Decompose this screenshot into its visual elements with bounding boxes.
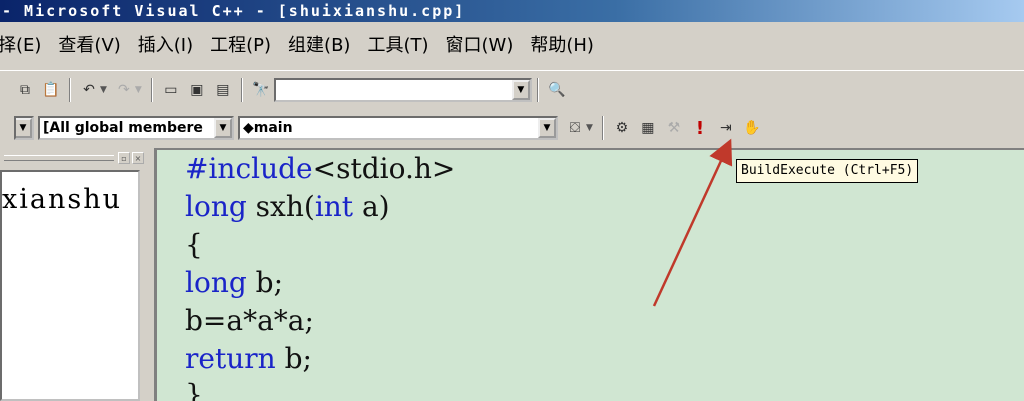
code-editor[interactable]: #include<stdio.h> long sxh(int a) { long b;… (154, 148, 1024, 401)
scope-combo-value: [All global membere (43, 120, 203, 136)
menu-insert[interactable]: 插入(I) (138, 31, 193, 57)
workspace-header: ▫ × (0, 148, 146, 168)
window-title: - Microsoft Visual C++ - [shuixianshu.cp… (2, 2, 466, 20)
redo-icon[interactable]: ↷ (113, 79, 135, 101)
toolbar-separator (601, 116, 604, 140)
build-execute-tooltip: BuildExecute (Ctrl+F5) (736, 159, 919, 183)
code-keyword: #include (185, 152, 313, 185)
menu-view[interactable]: 查看(V) (58, 31, 120, 57)
function-combo-value: ◆main (243, 120, 293, 136)
close-icon[interactable]: × (132, 152, 144, 164)
code-text: a) (353, 190, 390, 223)
menu-tools[interactable]: 工具(T) (367, 31, 428, 57)
code-line: } (185, 378, 203, 401)
copy-icon[interactable]: ⧉ (14, 79, 36, 101)
toolbar-separator (150, 77, 153, 102)
menu-bar: 择(E) 查看(V) 插入(I) 工程(P) 组建(B) 工具(T) 窗口(W)… (0, 24, 1024, 64)
find-in-files-icon[interactable]: 🔭 (250, 79, 272, 101)
menu-project[interactable]: 工程(P) (210, 31, 271, 57)
chevron-down-icon[interactable]: ▼ (214, 118, 232, 138)
code-line: long b; (185, 266, 283, 299)
code-line: b=a*a*a; (185, 304, 314, 337)
wizard-action-dropdown-icon[interactable]: ▼ (586, 123, 593, 133)
menu-edit[interactable]: 择(E) (0, 31, 41, 57)
toolbar-separator (69, 77, 71, 102)
scope-combo[interactable]: [All global membere ▼ (38, 116, 234, 140)
code-text: <stdio.h> (312, 152, 456, 185)
toolbar-separator (536, 77, 539, 102)
find-combo[interactable]: ▼ (273, 77, 532, 102)
code-keyword: return (185, 342, 276, 375)
undo-dropdown-icon[interactable]: ▼ (100, 85, 107, 95)
workspace-window-icon[interactable]: ▭ (160, 79, 182, 101)
toolbar-separator (240, 77, 243, 102)
code-line: #include<stdio.h> (185, 152, 455, 185)
chevron-down-icon[interactable]: ▼ (538, 118, 556, 138)
menu-window[interactable]: 窗口(W) (446, 31, 514, 57)
red-arrow-annotation (652, 138, 733, 307)
class-combo[interactable]: ▼ (14, 116, 34, 140)
menu-help[interactable]: 帮助(H) (530, 31, 594, 57)
undo-icon[interactable]: ↶ (78, 79, 100, 101)
code-text: { (185, 228, 203, 261)
code-text: } (185, 378, 203, 401)
arrow-line (652, 138, 733, 307)
code-text: b=a*a*a; (185, 304, 314, 337)
code-keyword: int (314, 190, 354, 223)
code-text: sxh( (246, 190, 315, 223)
code-line: { (185, 228, 203, 261)
code-text: b; (275, 342, 312, 375)
compile-icon[interactable]: ⚙ (611, 117, 633, 139)
chevron-down-icon[interactable]: ▼ (511, 79, 530, 100)
drag-grip[interactable] (4, 155, 114, 161)
code-line: return b; (185, 342, 312, 375)
maximize-icon[interactable]: ▫ (118, 152, 130, 164)
wizardbar-toolbar: ▼ [All global membere ▼ ◆main ▼ ⛋ ▼ ⚙ ▦ … (0, 112, 1024, 144)
title-bar: - Microsoft Visual C++ - [shuixianshu.cp… (0, 0, 1024, 22)
file-tree[interactable]: xianshu (0, 170, 140, 401)
code-keyword: long (185, 190, 247, 223)
code-line: long sxh(int a) (185, 190, 390, 223)
window-list-icon[interactable]: ▤ (212, 79, 234, 101)
wizard-action-icon[interactable]: ⛋ (564, 117, 586, 139)
code-text: b; (246, 266, 284, 299)
function-combo[interactable]: ◆main ▼ (238, 116, 558, 140)
output-window-icon[interactable]: ▣ (186, 79, 208, 101)
paste-icon[interactable]: 📋 (40, 79, 62, 101)
chevron-down-icon[interactable]: ▼ (16, 118, 32, 138)
code-keyword: long (185, 266, 247, 299)
redo-dropdown-icon[interactable]: ▼ (135, 85, 142, 95)
standard-toolbar: ⧉ 📋 ↶ ▼ ↷ ▼ ▭ ▣ ▤ 🔭 ▼ 🔍 (0, 70, 1024, 108)
menu-build[interactable]: 组建(B) (288, 31, 350, 57)
search-icon[interactable]: 🔍 (546, 79, 568, 101)
workspace-pane: ▫ × xianshu (0, 148, 148, 401)
tree-item-project[interactable]: xianshu (2, 184, 122, 215)
